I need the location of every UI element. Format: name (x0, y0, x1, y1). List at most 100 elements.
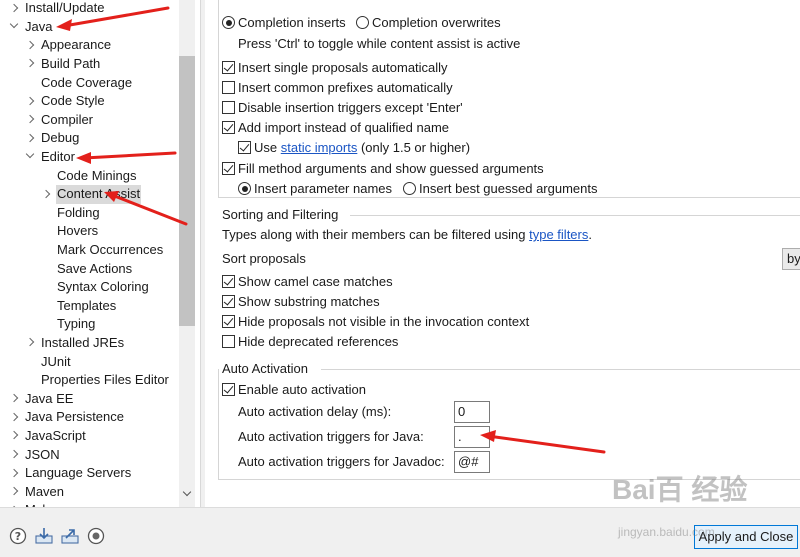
tree-item-label: Properties Files Editor (41, 372, 169, 388)
tree-item-label: JUnit (41, 353, 71, 369)
enable-auto-activation-checkbox[interactable] (222, 383, 235, 396)
chevron-right-icon[interactable] (40, 189, 52, 201)
substring-checkbox[interactable] (222, 295, 235, 308)
tree-item[interactable]: Java (8, 18, 53, 37)
tree-item[interactable]: Appearance (24, 36, 112, 55)
chevron-right-icon[interactable] (24, 133, 36, 145)
javadoc-triggers-input[interactable]: @# (454, 451, 490, 473)
insert-best-guessed-label: Insert best guessed arguments (419, 181, 598, 196)
chevron-right-icon[interactable] (8, 468, 20, 480)
insert-common-label: Insert common prefixes automatically (238, 80, 453, 95)
tree-item-label: JavaScript (25, 428, 86, 444)
tree-item[interactable]: Code Minings (40, 166, 138, 185)
disable-triggers-checkbox[interactable] (222, 101, 235, 114)
tree-item[interactable]: Typing (40, 315, 96, 334)
chevron-down-icon[interactable] (8, 21, 20, 33)
tree-item[interactable]: JavaScript (8, 427, 87, 446)
completion-inserts-radio[interactable] (222, 16, 235, 29)
chevron-right-icon[interactable] (8, 412, 20, 424)
tree-item-label: Folding (57, 204, 100, 220)
chevron-down-icon[interactable] (182, 489, 192, 499)
tree-item[interactable]: Hovers (40, 222, 99, 241)
completion-overwrites-label: Completion overwrites (372, 15, 501, 30)
use-static-imports-checkbox[interactable] (238, 141, 251, 154)
insert-single-label: Insert single proposals automatically (238, 60, 448, 75)
toggle-hint: Press 'Ctrl' to toggle while content ass… (238, 36, 521, 51)
tree-item[interactable]: Mark Occurrences (40, 241, 164, 260)
tree-item[interactable]: Java Persistence (8, 408, 125, 427)
tree-item-label: Syntax Coloring (57, 279, 149, 295)
tree-item[interactable]: Code Coverage (24, 73, 133, 92)
preferences-tree[interactable]: Install/Update Java Appearance Build Path Co… (0, 0, 195, 507)
tree-item[interactable]: Build Path (24, 55, 101, 74)
chevron-right-icon[interactable] (24, 40, 36, 52)
chevron-right-icon[interactable] (24, 58, 36, 70)
baidu-watermark: Bai百 经验 (612, 474, 748, 505)
types-filter-text: Types along with their members can be fi… (222, 227, 592, 243)
chevron-right-icon[interactable] (24, 114, 36, 126)
tree-item-label: Java EE (25, 390, 74, 406)
tree-item[interactable]: Code Style (24, 92, 106, 111)
chevron-right-icon[interactable] (8, 3, 20, 15)
chevron-right-icon[interactable] (8, 486, 20, 498)
tree-item[interactable]: Content Assist (40, 185, 142, 204)
chevron-right-icon[interactable] (8, 449, 20, 461)
tree-item-label: Appearance (41, 37, 112, 53)
camel-case-checkbox[interactable] (222, 275, 235, 288)
use-prefix: Use (254, 140, 278, 155)
tree-item[interactable]: JSON (8, 445, 61, 464)
tree-item[interactable]: Compiler (24, 111, 94, 130)
static-imports-link[interactable]: static imports (281, 140, 358, 155)
fill-method-checkbox[interactable] (222, 162, 235, 175)
group-border (350, 215, 800, 216)
tree-scrollbar-thumb[interactable] (179, 56, 195, 326)
tree-item-label: Build Path (41, 56, 101, 72)
tree-item[interactable]: Java EE (8, 390, 74, 409)
tree-item[interactable]: Save Actions (40, 259, 133, 278)
chevron-down-icon[interactable] (24, 151, 36, 163)
java-triggers-input[interactable]: . (454, 426, 490, 448)
tree-item-label: Language Servers (25, 465, 132, 481)
tree-scrollbar[interactable] (179, 0, 195, 507)
chevron-right-icon[interactable] (24, 96, 36, 108)
hide-not-visible-checkbox[interactable] (222, 315, 235, 328)
record-icon[interactable] (87, 527, 105, 545)
tree-item-label: Save Actions (57, 260, 133, 276)
sort-proposals-select[interactable]: by (782, 248, 800, 270)
tree-item[interactable]: Maven (8, 483, 65, 502)
tree-item[interactable]: Debug (24, 129, 80, 148)
insert-best-guessed-radio[interactable] (403, 182, 416, 195)
disable-triggers-label: Disable insertion triggers except 'Enter… (238, 100, 463, 115)
tree-item[interactable]: Templates (40, 297, 117, 316)
tree-item-label: Maven (25, 483, 65, 499)
chevron-right-icon[interactable] (8, 430, 20, 442)
tree-item[interactable]: Installed JREs (24, 334, 125, 353)
type-filters-link[interactable]: type filters (529, 227, 588, 242)
tree-item[interactable]: JUnit (24, 352, 72, 371)
enable-auto-activation-label: Enable auto activation (238, 382, 366, 397)
hide-deprecated-checkbox[interactable] (222, 335, 235, 348)
help-icon[interactable]: ? (9, 527, 27, 545)
tree-item[interactable]: Syntax Coloring (40, 278, 150, 297)
insert-param-names-radio[interactable] (238, 182, 251, 195)
tree-item-label: JSON (25, 446, 60, 462)
add-import-label: Add import instead of qualified name (238, 120, 450, 135)
import-icon[interactable] (35, 527, 53, 545)
delay-input[interactable]: 0 (454, 401, 490, 423)
add-import-checkbox[interactable] (222, 121, 235, 134)
insert-common-checkbox[interactable] (222, 81, 235, 94)
tree-item[interactable]: Install/Update (8, 0, 106, 18)
tree-item-label: Content Assist (56, 185, 142, 204)
tree-item[interactable]: Editor (24, 148, 76, 167)
tree-item[interactable]: Properties Files Editor (24, 371, 170, 390)
completion-overwrites-radio[interactable] (356, 16, 369, 29)
chevron-right-icon[interactable] (24, 337, 36, 349)
export-icon[interactable] (61, 527, 79, 545)
sorting-group-title: Sorting and Filtering (222, 207, 339, 222)
tree-item[interactable]: Folding (40, 204, 101, 223)
tree-item-label: Hovers (57, 223, 99, 239)
insert-single-checkbox[interactable] (222, 61, 235, 74)
chevron-right-icon[interactable] (8, 393, 20, 405)
hide-not-visible-label: Hide proposals not visible in the invoca… (238, 314, 530, 329)
tree-item[interactable]: Language Servers (8, 464, 132, 483)
